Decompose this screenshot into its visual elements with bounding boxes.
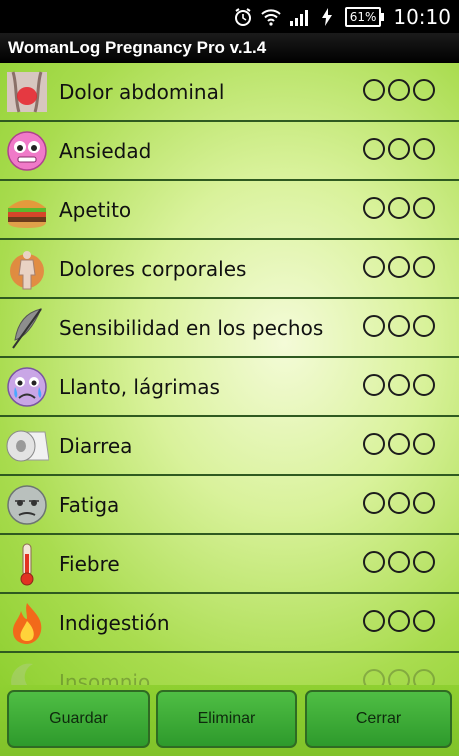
symptom-row-anxiety[interactable]: Ansiedad bbox=[0, 122, 459, 181]
symptom-row-appetite[interactable]: Apetito bbox=[0, 181, 459, 240]
symptom-row-abdominal-pain[interactable]: Dolor abdominal bbox=[0, 63, 459, 122]
severity-2[interactable] bbox=[388, 669, 410, 685]
severity-1[interactable] bbox=[363, 197, 385, 219]
severity-3[interactable] bbox=[413, 492, 435, 514]
severity-1[interactable] bbox=[363, 492, 385, 514]
severity-1[interactable] bbox=[363, 374, 385, 396]
symptom-row-indigestion[interactable]: Indigestión bbox=[0, 594, 459, 653]
severity-selector[interactable] bbox=[363, 551, 435, 573]
severity-1[interactable] bbox=[363, 79, 385, 101]
severity-1[interactable] bbox=[363, 138, 385, 160]
severity-2[interactable] bbox=[388, 256, 410, 278]
severity-selector[interactable] bbox=[363, 197, 435, 219]
symptom-row-fatigue[interactable]: Fatiga bbox=[0, 476, 459, 535]
severity-3[interactable] bbox=[413, 315, 435, 337]
battery-indicator: 61% bbox=[344, 6, 385, 27]
severity-1[interactable] bbox=[363, 551, 385, 573]
symptom-row-breast-sensitivity[interactable]: Sensibilidad en los pechos bbox=[0, 299, 459, 358]
symptom-row-fever[interactable]: Fiebre bbox=[0, 535, 459, 594]
severity-3[interactable] bbox=[413, 610, 435, 632]
severity-2[interactable] bbox=[388, 433, 410, 455]
severity-2[interactable] bbox=[388, 197, 410, 219]
symptom-label: Apetito bbox=[59, 197, 132, 222]
toilet-paper-icon bbox=[5, 424, 49, 468]
feather-icon bbox=[5, 306, 49, 350]
severity-2[interactable] bbox=[388, 551, 410, 573]
severity-1[interactable] bbox=[363, 433, 385, 455]
fire-icon bbox=[5, 601, 49, 645]
symptom-label: Diarrea bbox=[59, 433, 133, 458]
thermometer-icon bbox=[5, 542, 49, 586]
symptom-label: Insomnio bbox=[59, 669, 151, 686]
severity-selector[interactable] bbox=[363, 79, 435, 101]
severity-3[interactable] bbox=[413, 433, 435, 455]
symptom-row-diarrhea[interactable]: Diarrea bbox=[0, 417, 459, 476]
severity-selector[interactable] bbox=[363, 315, 435, 337]
severity-3[interactable] bbox=[413, 138, 435, 160]
severity-selector[interactable] bbox=[363, 610, 435, 632]
severity-1[interactable] bbox=[363, 256, 385, 278]
delete-button[interactable]: Eliminar bbox=[156, 690, 297, 748]
severity-2[interactable] bbox=[388, 374, 410, 396]
severity-selector[interactable] bbox=[363, 669, 435, 685]
burger-icon bbox=[5, 188, 49, 232]
symptom-list[interactable]: Dolor abdominal Ansiedad Apetito Dolores… bbox=[0, 63, 459, 685]
severity-1[interactable] bbox=[363, 315, 385, 337]
anxious-face-icon bbox=[5, 129, 49, 173]
crying-face-icon bbox=[5, 365, 49, 409]
severity-3[interactable] bbox=[413, 197, 435, 219]
wifi-icon bbox=[260, 7, 281, 27]
severity-selector[interactable] bbox=[363, 138, 435, 160]
severity-1[interactable] bbox=[363, 669, 385, 685]
severity-3[interactable] bbox=[413, 669, 435, 685]
severity-3[interactable] bbox=[413, 551, 435, 573]
severity-selector[interactable] bbox=[363, 433, 435, 455]
symptom-label: Fatiga bbox=[59, 492, 120, 517]
severity-2[interactable] bbox=[388, 138, 410, 160]
symptom-row-crying[interactable]: Llanto, lágrimas bbox=[0, 358, 459, 417]
body-pain-icon bbox=[5, 247, 49, 291]
alarm-icon bbox=[233, 7, 253, 27]
symptom-row-body-aches[interactable]: Dolores corporales bbox=[0, 240, 459, 299]
status-bar: 61% 10:10 bbox=[0, 0, 459, 33]
severity-3[interactable] bbox=[413, 374, 435, 396]
symptom-label: Dolores corporales bbox=[59, 256, 247, 281]
signal-icon bbox=[289, 7, 309, 27]
symptom-label: Indigestión bbox=[59, 610, 170, 635]
clock: 10:10 bbox=[393, 4, 451, 29]
severity-selector[interactable] bbox=[363, 492, 435, 514]
tired-face-icon bbox=[5, 483, 49, 527]
severity-2[interactable] bbox=[388, 79, 410, 101]
severity-selector[interactable] bbox=[363, 374, 435, 396]
save-button[interactable]: Guardar bbox=[7, 690, 150, 748]
symptom-label: Llanto, lágrimas bbox=[59, 374, 220, 399]
severity-3[interactable] bbox=[413, 79, 435, 101]
app-title: WomanLog Pregnancy Pro v.1.4 bbox=[0, 33, 459, 63]
symptom-label: Sensibilidad en los pechos bbox=[59, 315, 324, 340]
button-bar: Guardar Eliminar Cerrar bbox=[0, 685, 459, 756]
abdomen-icon bbox=[5, 70, 49, 114]
severity-2[interactable] bbox=[388, 492, 410, 514]
symptom-label: Fiebre bbox=[59, 551, 120, 576]
symptom-row-insomnia[interactable]: Insomnio bbox=[0, 653, 459, 685]
severity-1[interactable] bbox=[363, 610, 385, 632]
severity-2[interactable] bbox=[388, 610, 410, 632]
severity-3[interactable] bbox=[413, 256, 435, 278]
severity-2[interactable] bbox=[388, 315, 410, 337]
charging-icon bbox=[317, 7, 337, 27]
symptom-label: Ansiedad bbox=[59, 138, 152, 163]
close-button[interactable]: Cerrar bbox=[305, 690, 452, 748]
moon-icon bbox=[5, 660, 49, 685]
symptom-label: Dolor abdominal bbox=[59, 79, 225, 104]
severity-selector[interactable] bbox=[363, 256, 435, 278]
